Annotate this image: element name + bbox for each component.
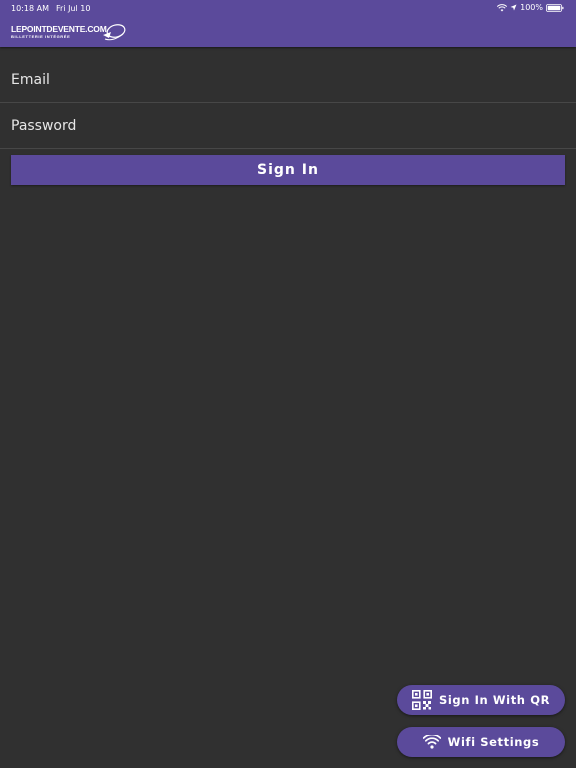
battery-percent: 100% [520, 3, 543, 12]
status-indicators: 100% [497, 3, 564, 12]
password-field[interactable] [11, 103, 565, 148]
location-arrow-icon [510, 4, 517, 11]
brand-logo: LEPOINTDEVENTE.COM BILLETTERIE INTÉGRÉE [11, 22, 129, 42]
wifi-settings-button[interactable]: Wifi Settings [397, 727, 565, 757]
sign-in-with-qr-button[interactable]: Sign In With QR [397, 685, 565, 715]
password-field-row [0, 103, 576, 149]
app-header: 10:18 AM Fri Jul 10 100% LEPOINTDEVENTE.… [0, 0, 576, 47]
status-date: Fri Jul 10 [56, 4, 91, 13]
logo-name: LEPOINTDEVENTE.COM [11, 24, 107, 34]
wifi-settings-label: Wifi Settings [447, 735, 540, 749]
battery-icon [546, 3, 564, 12]
email-field-row [0, 57, 576, 103]
ticket-swirl-icon [103, 24, 126, 41]
sign-in-button[interactable]: Sign In [11, 155, 565, 185]
sign-in-with-qr-label: Sign In With QR [438, 693, 551, 707]
status-bar: 10:18 AM Fri Jul 10 100% [0, 0, 576, 16]
logo-tagline: BILLETTERIE INTÉGRÉE [11, 34, 71, 39]
wifi-signal-icon [497, 3, 508, 11]
status-time: 10:18 AM [11, 4, 49, 13]
qr-code-icon [411, 690, 432, 710]
wifi-icon [422, 735, 441, 749]
email-field[interactable] [11, 57, 565, 102]
